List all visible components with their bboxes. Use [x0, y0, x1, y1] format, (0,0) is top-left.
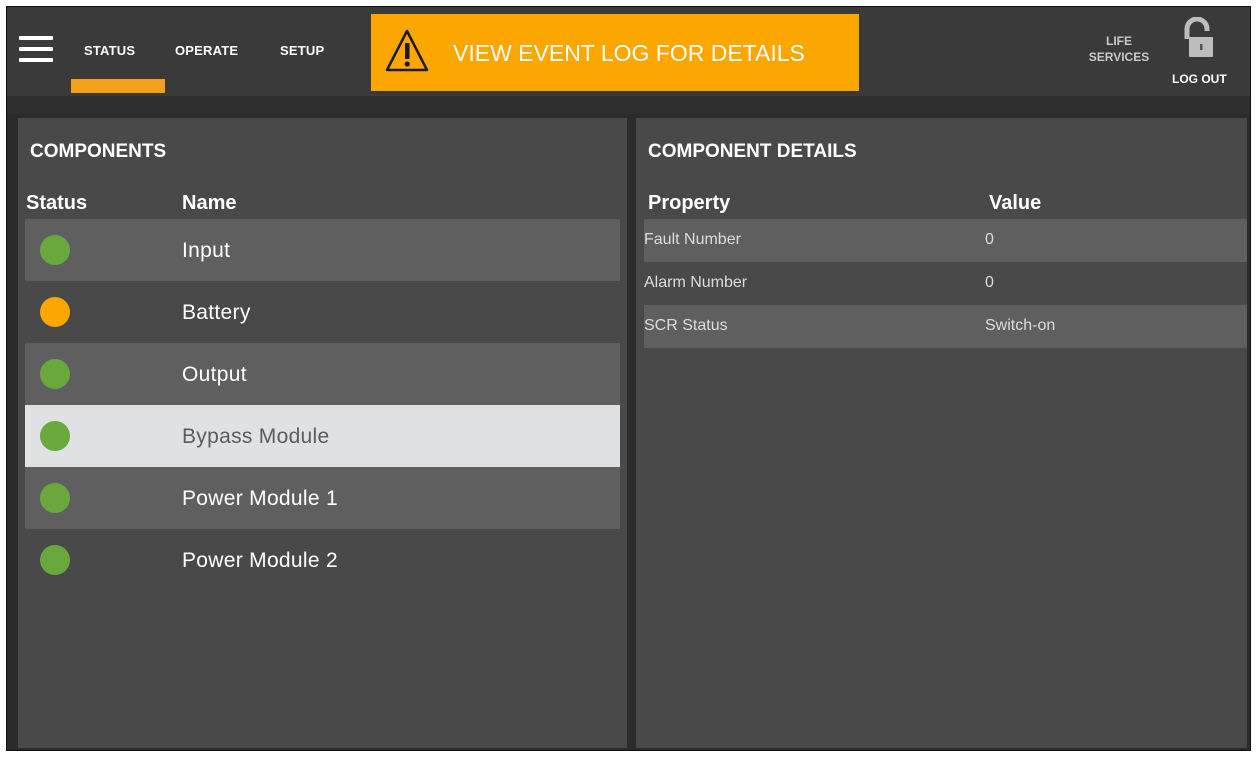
property-column-header: Property: [648, 192, 731, 214]
event-log-alert-banner[interactable]: VIEW EVENT LOG FOR DETAILS: [371, 14, 859, 91]
detail-row: SCR Status Switch-on: [644, 305, 1247, 348]
detail-row: Alarm Number 0: [644, 262, 1247, 305]
unlocked-padlock-icon[interactable]: [1181, 17, 1215, 65]
component-name: Power Module 2: [182, 549, 338, 572]
detail-row: Fault Number 0: [644, 219, 1247, 262]
hamburger-menu-icon[interactable]: [19, 36, 53, 62]
app-frame: STATUS OPERATE SETUP VIEW EVENT LOG FOR …: [6, 6, 1251, 751]
header-divider: [7, 96, 1250, 114]
life-services-link[interactable]: LIFE SERVICES: [1084, 33, 1154, 65]
component-name: Power Module 1: [182, 487, 338, 510]
life-services-line1: LIFE: [1106, 34, 1132, 48]
tab-setup[interactable]: SETUP: [280, 43, 324, 58]
property-value: 0: [985, 274, 994, 291]
status-ok-icon: [40, 359, 70, 389]
status-warning-icon: [40, 297, 70, 327]
components-title: COMPONENTS: [30, 141, 167, 162]
property-label: Alarm Number: [644, 274, 748, 291]
tab-status[interactable]: STATUS: [84, 43, 135, 58]
component-row-input[interactable]: Input: [25, 219, 620, 281]
component-details-title: COMPONENT DETAILS: [648, 141, 857, 162]
component-row-power-module-1[interactable]: Power Module 1: [25, 467, 620, 529]
component-row-output[interactable]: Output: [25, 343, 620, 405]
life-services-line2: SERVICES: [1088, 50, 1150, 64]
status-ok-icon: [40, 545, 70, 575]
name-column-header: Name: [182, 192, 237, 214]
component-name: Output: [182, 363, 247, 386]
warning-triangle-icon: [385, 29, 429, 72]
component-name: Input: [182, 239, 231, 262]
status-ok-icon: [40, 483, 70, 513]
value-column-header: Value: [989, 192, 1042, 214]
property-label: SCR Status: [644, 317, 728, 334]
active-tab-indicator: [71, 79, 165, 93]
component-row-battery[interactable]: Battery: [25, 281, 620, 343]
property-value: 0: [985, 231, 994, 248]
components-panel: COMPONENTS Status Name Input Battery Out…: [18, 118, 627, 748]
status-ok-icon: [40, 421, 70, 451]
status-ok-icon: [40, 235, 70, 265]
component-row-bypass-module[interactable]: Bypass Module: [25, 405, 620, 467]
property-value: Switch-on: [985, 317, 1056, 334]
status-column-header: Status: [26, 192, 88, 214]
property-label: Fault Number: [644, 231, 741, 248]
tab-operate[interactable]: OPERATE: [175, 43, 238, 58]
component-row-power-module-2[interactable]: Power Module 2: [25, 529, 620, 591]
top-header: STATUS OPERATE SETUP VIEW EVENT LOG FOR …: [7, 7, 1250, 96]
component-name: Bypass Module: [182, 425, 330, 448]
component-details-panel: COMPONENT DETAILS Property Value Fault N…: [636, 118, 1247, 748]
alert-text: VIEW EVENT LOG FOR DETAILS: [453, 40, 805, 66]
component-name: Battery: [182, 301, 251, 324]
logout-button[interactable]: LOG OUT: [1172, 72, 1227, 86]
